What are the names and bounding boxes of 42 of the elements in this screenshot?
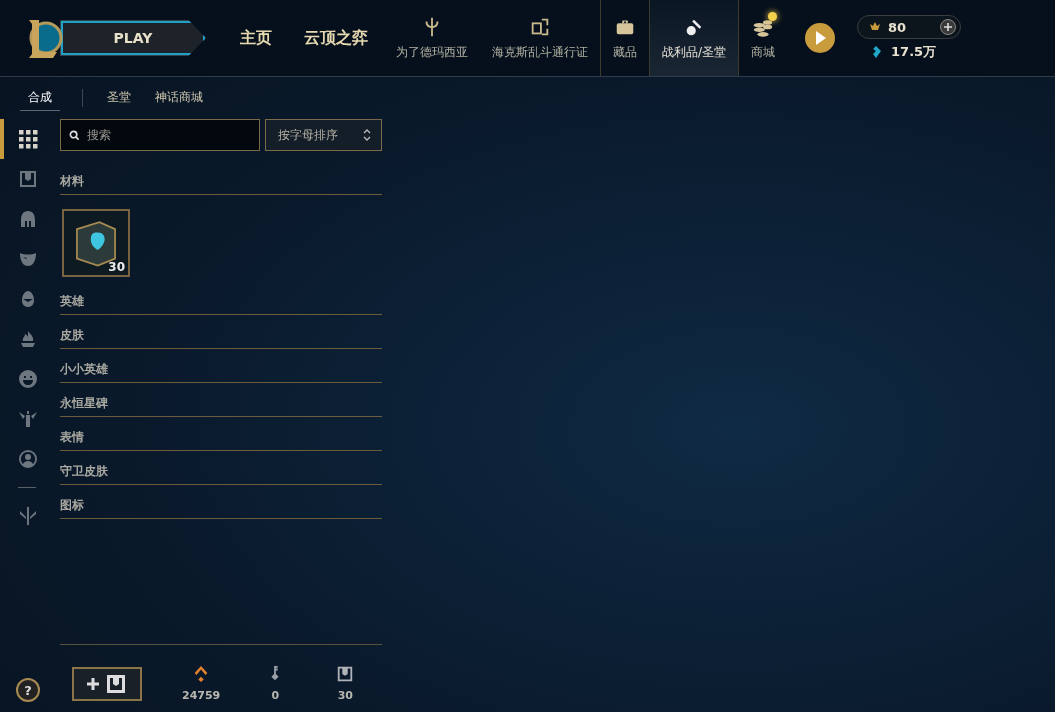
nav-tab[interactable]: 商城 xyxy=(739,0,788,76)
points-amount: 80 xyxy=(888,19,908,35)
category-heading: 守卫皮肤 xyxy=(60,451,382,485)
sub-tab[interactable]: 圣堂 xyxy=(99,85,139,111)
add-chest-button[interactable] xyxy=(72,666,142,701)
search-field[interactable]: 搜索 xyxy=(60,119,260,151)
counter-value: 24759 xyxy=(182,689,221,702)
play-button[interactable]: PLAY xyxy=(60,20,206,56)
category-heading: 皮肤 xyxy=(60,315,382,349)
category-heading: 永恒星碑 xyxy=(60,383,382,417)
nav-tab[interactable]: 藏品 xyxy=(601,0,649,76)
counter-value: 30 xyxy=(337,689,353,702)
updown-icon xyxy=(363,129,371,141)
person-icon xyxy=(18,449,38,469)
category-heading: 英雄 xyxy=(60,281,382,315)
category-heading: 小小英雄 xyxy=(60,349,382,383)
chest-icon xyxy=(336,665,355,683)
grid-icon xyxy=(18,129,38,149)
totem-icon xyxy=(18,409,38,429)
nav-tab[interactable]: 主页 xyxy=(238,27,274,49)
nav-tab[interactable]: 海克斯乱斗通行证 xyxy=(480,0,600,76)
nav-tab[interactable]: 云顶之弈 xyxy=(302,27,370,49)
item-count: 30 xyxy=(108,260,125,274)
sub-tab[interactable]: 合成 xyxy=(20,85,60,111)
nav-tab[interactable]: 为了德玛西亚 xyxy=(384,0,480,76)
trident-icon xyxy=(18,506,38,526)
category-heading: 材料 xyxy=(60,161,382,195)
flame-icon xyxy=(18,329,38,349)
sort-dropdown[interactable]: 按字母排序 xyxy=(265,119,382,151)
smiley-icon xyxy=(18,369,38,389)
counter-value: 0 xyxy=(271,689,280,702)
essence-amount: 17.5万 xyxy=(891,43,938,61)
nav-tab[interactable]: 战利品/圣堂 xyxy=(650,0,739,76)
chest-item[interactable]: 30 xyxy=(62,209,130,277)
chest-icon xyxy=(18,169,38,189)
category-heading: 图标 xyxy=(60,485,382,519)
helmet-icon xyxy=(18,209,38,229)
help-button[interactable]: ? xyxy=(16,678,40,702)
sub-tab[interactable]: 神话商城 xyxy=(147,85,211,111)
category-heading: 表情 xyxy=(60,417,382,451)
play-icon[interactable] xyxy=(805,23,836,53)
add-icon[interactable] xyxy=(940,19,957,35)
